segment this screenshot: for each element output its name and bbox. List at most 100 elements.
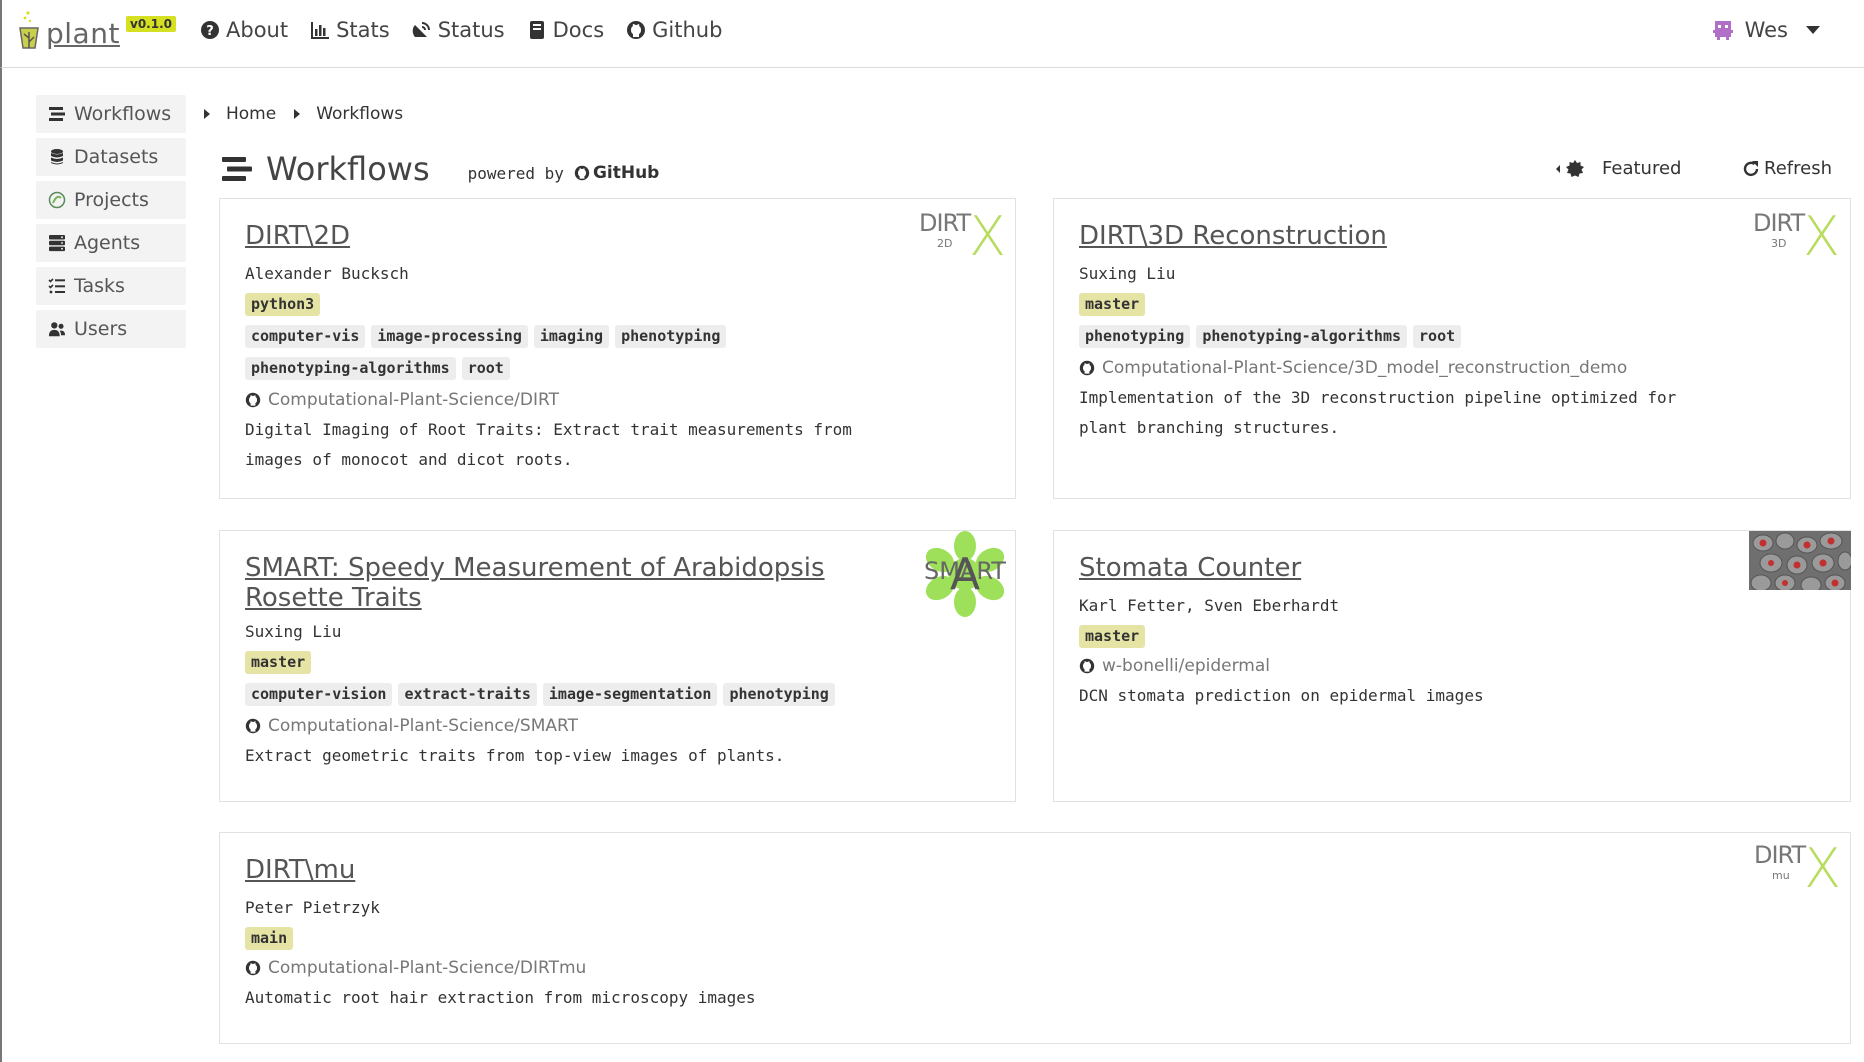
repo-link[interactable]: Computational-Plant-Science/DIRT: [245, 385, 990, 415]
nav-stats[interactable]: Stats: [310, 18, 390, 42]
svg-text:?: ?: [206, 24, 214, 39]
refresh-button[interactable]: Refresh: [1742, 158, 1832, 179]
branch-row: master: [1079, 621, 1825, 651]
satellite-dish-icon: [412, 22, 430, 37]
workflow-author: Karl Fetter, Sven Eberhardt: [1079, 596, 1340, 615]
chart-bar-icon: [311, 22, 330, 39]
repo-name: Computational-Plant-Science/DIRT: [268, 390, 559, 410]
nav-github[interactable]: Github: [626, 18, 722, 42]
branch-row: master: [245, 647, 990, 677]
repo-name: Computational-Plant-Science/SMART: [268, 716, 578, 736]
breadcrumb: Home Workflows: [204, 104, 403, 124]
sidebar-item-datasets[interactable]: Datasets: [36, 138, 186, 176]
caret-right-icon: [294, 109, 301, 119]
sidebar-item-label: Projects: [74, 189, 149, 211]
breadcrumb-workflows[interactable]: Workflows: [316, 104, 403, 124]
sidebar-item-agents[interactable]: Agents: [36, 224, 186, 262]
github-icon: [245, 392, 261, 408]
branch-badge: main: [245, 926, 294, 950]
github-icon: [574, 165, 590, 181]
sidebar-item-workflows[interactable]: Workflows: [36, 95, 186, 133]
topic-tag: image-segmentation: [542, 682, 718, 706]
github-icon: [245, 718, 261, 734]
topic-tag: phenotyping: [723, 682, 835, 706]
repo-link[interactable]: w-bonelli/epidermal: [1079, 651, 1825, 681]
top-navbar: plant v0.1.0 ? About Stats Status Docs G…: [0, 0, 1864, 68]
workflow-description: images of monocot and dicot roots.: [245, 450, 573, 469]
workflow-author: Suxing Liu: [245, 622, 342, 641]
topic-tag: phenotyping: [615, 324, 727, 348]
workflow-card[interactable]: DIRT 2D X DIRT\2D Alexander Bucksch pyth…: [219, 198, 1016, 499]
topic-tag: extract-traits: [398, 682, 537, 706]
miappe-icon: [48, 191, 66, 209]
version-badge: v0.1.0: [126, 16, 176, 32]
topic-tag: computer-vision: [245, 682, 393, 706]
page-title: Workflows: [266, 150, 430, 188]
redo-icon: [1743, 160, 1759, 176]
github-icon: [627, 21, 646, 39]
sidebar-item-users[interactable]: Users: [36, 310, 186, 348]
nav-github-label: Github: [652, 18, 723, 42]
featured-label: Featured: [1602, 158, 1682, 179]
sidebar-item-label: Tasks: [74, 275, 125, 297]
github-wordmark-label: GitHub: [592, 163, 660, 183]
topics-row: phenotyping phenotyping-algorithms root: [1079, 321, 1825, 351]
topic-tag: phenotyping: [1079, 324, 1191, 348]
refresh-label: Refresh: [1764, 158, 1832, 179]
topic-tag: phenotyping-algorithms: [245, 356, 456, 380]
nav-about[interactable]: ? About: [200, 18, 288, 42]
brand-name[interactable]: plant: [46, 18, 120, 50]
topics-row: computer-vis image-processing imaging ph…: [245, 321, 990, 351]
topic-tag: image-processing: [371, 324, 528, 348]
repo-name: Computational-Plant-Science/3D_model_rec…: [1102, 358, 1628, 378]
page-left-border: [0, 68, 2, 1062]
workflow-card[interactable]: DIRT mu X DIRT\mu Peter Pietrzyk main Co…: [219, 832, 1851, 1044]
tasks-icon: [48, 278, 65, 294]
branch-row: master: [1079, 289, 1825, 319]
sidebar-item-label: Workflows: [74, 103, 172, 125]
nav-status[interactable]: Status: [412, 18, 505, 42]
repo-link[interactable]: Computational-Plant-Science/DIRTmu: [245, 953, 1825, 983]
branch-badge: master: [245, 650, 312, 674]
user-name: Wes: [1744, 18, 1788, 42]
topic-tag: phenotyping-algorithms: [1196, 324, 1408, 348]
breadcrumb-home[interactable]: Home: [226, 104, 276, 124]
user-menu[interactable]: Wes: [1711, 18, 1820, 42]
topic-tag: computer-vis: [245, 324, 366, 348]
topic-tag: imaging: [533, 324, 610, 348]
repo-name: Computational-Plant-Science/DIRTmu: [268, 958, 587, 978]
stream-icon: [49, 107, 65, 121]
sidebar-item-label: Datasets: [74, 146, 159, 168]
sidebar-item-tasks[interactable]: Tasks: [36, 267, 186, 305]
branch-row: python3: [245, 289, 990, 319]
workflow-card[interactable]: Stomata Counter Karl Fetter, Sven Eberha…: [1053, 530, 1851, 802]
workflow-title[interactable]: DIRT\3D Reconstruction: [1079, 221, 1825, 251]
database-icon: [51, 149, 63, 165]
repo-link[interactable]: Computational-Plant-Science/SMART: [245, 711, 990, 741]
workflow-card[interactable]: DIRT 3D X DIRT\3D Reconstruction Suxing …: [1053, 198, 1851, 499]
workflow-title[interactable]: Stomata Counter: [1079, 553, 1825, 583]
nav-about-label: About: [226, 18, 289, 42]
caret-left-icon: [1556, 164, 1560, 173]
sidebar-item-projects[interactable]: Projects: [36, 181, 186, 219]
repo-link[interactable]: Computational-Plant-Science/3D_model_rec…: [1079, 353, 1825, 383]
workflow-title[interactable]: SMART: Speedy Measurement of Arabidopsis…: [245, 553, 990, 613]
user-avatar-icon: [1712, 21, 1733, 40]
nav-docs[interactable]: Docs: [527, 18, 604, 42]
github-icon: [245, 960, 261, 976]
workflow-description: plant branching structures.: [1079, 418, 1340, 437]
card-body: DIRT\3D Reconstruction Suxing Liu master…: [1079, 221, 1825, 443]
workflow-title[interactable]: DIRT\mu: [245, 855, 1825, 885]
powered-by: powered by GitHub: [468, 163, 660, 183]
featured-toggle[interactable]: Featured: [1556, 158, 1681, 179]
page-heading: Workflows powered by GitHub: [222, 150, 659, 188]
brand[interactable]: plant: [14, 10, 120, 50]
powered-by-label: powered by: [467, 163, 564, 183]
workflow-author: Peter Pietrzyk: [245, 898, 380, 917]
workflow-title[interactable]: DIRT\2D: [245, 221, 990, 251]
server-icon: [49, 235, 65, 252]
sidebar-item-label: Agents: [74, 232, 141, 254]
workflow-card[interactable]: SMART A SMART: Speedy Measurement of Ara…: [219, 530, 1016, 802]
stream-icon: [222, 157, 252, 181]
topic-tag: root: [461, 356, 510, 380]
